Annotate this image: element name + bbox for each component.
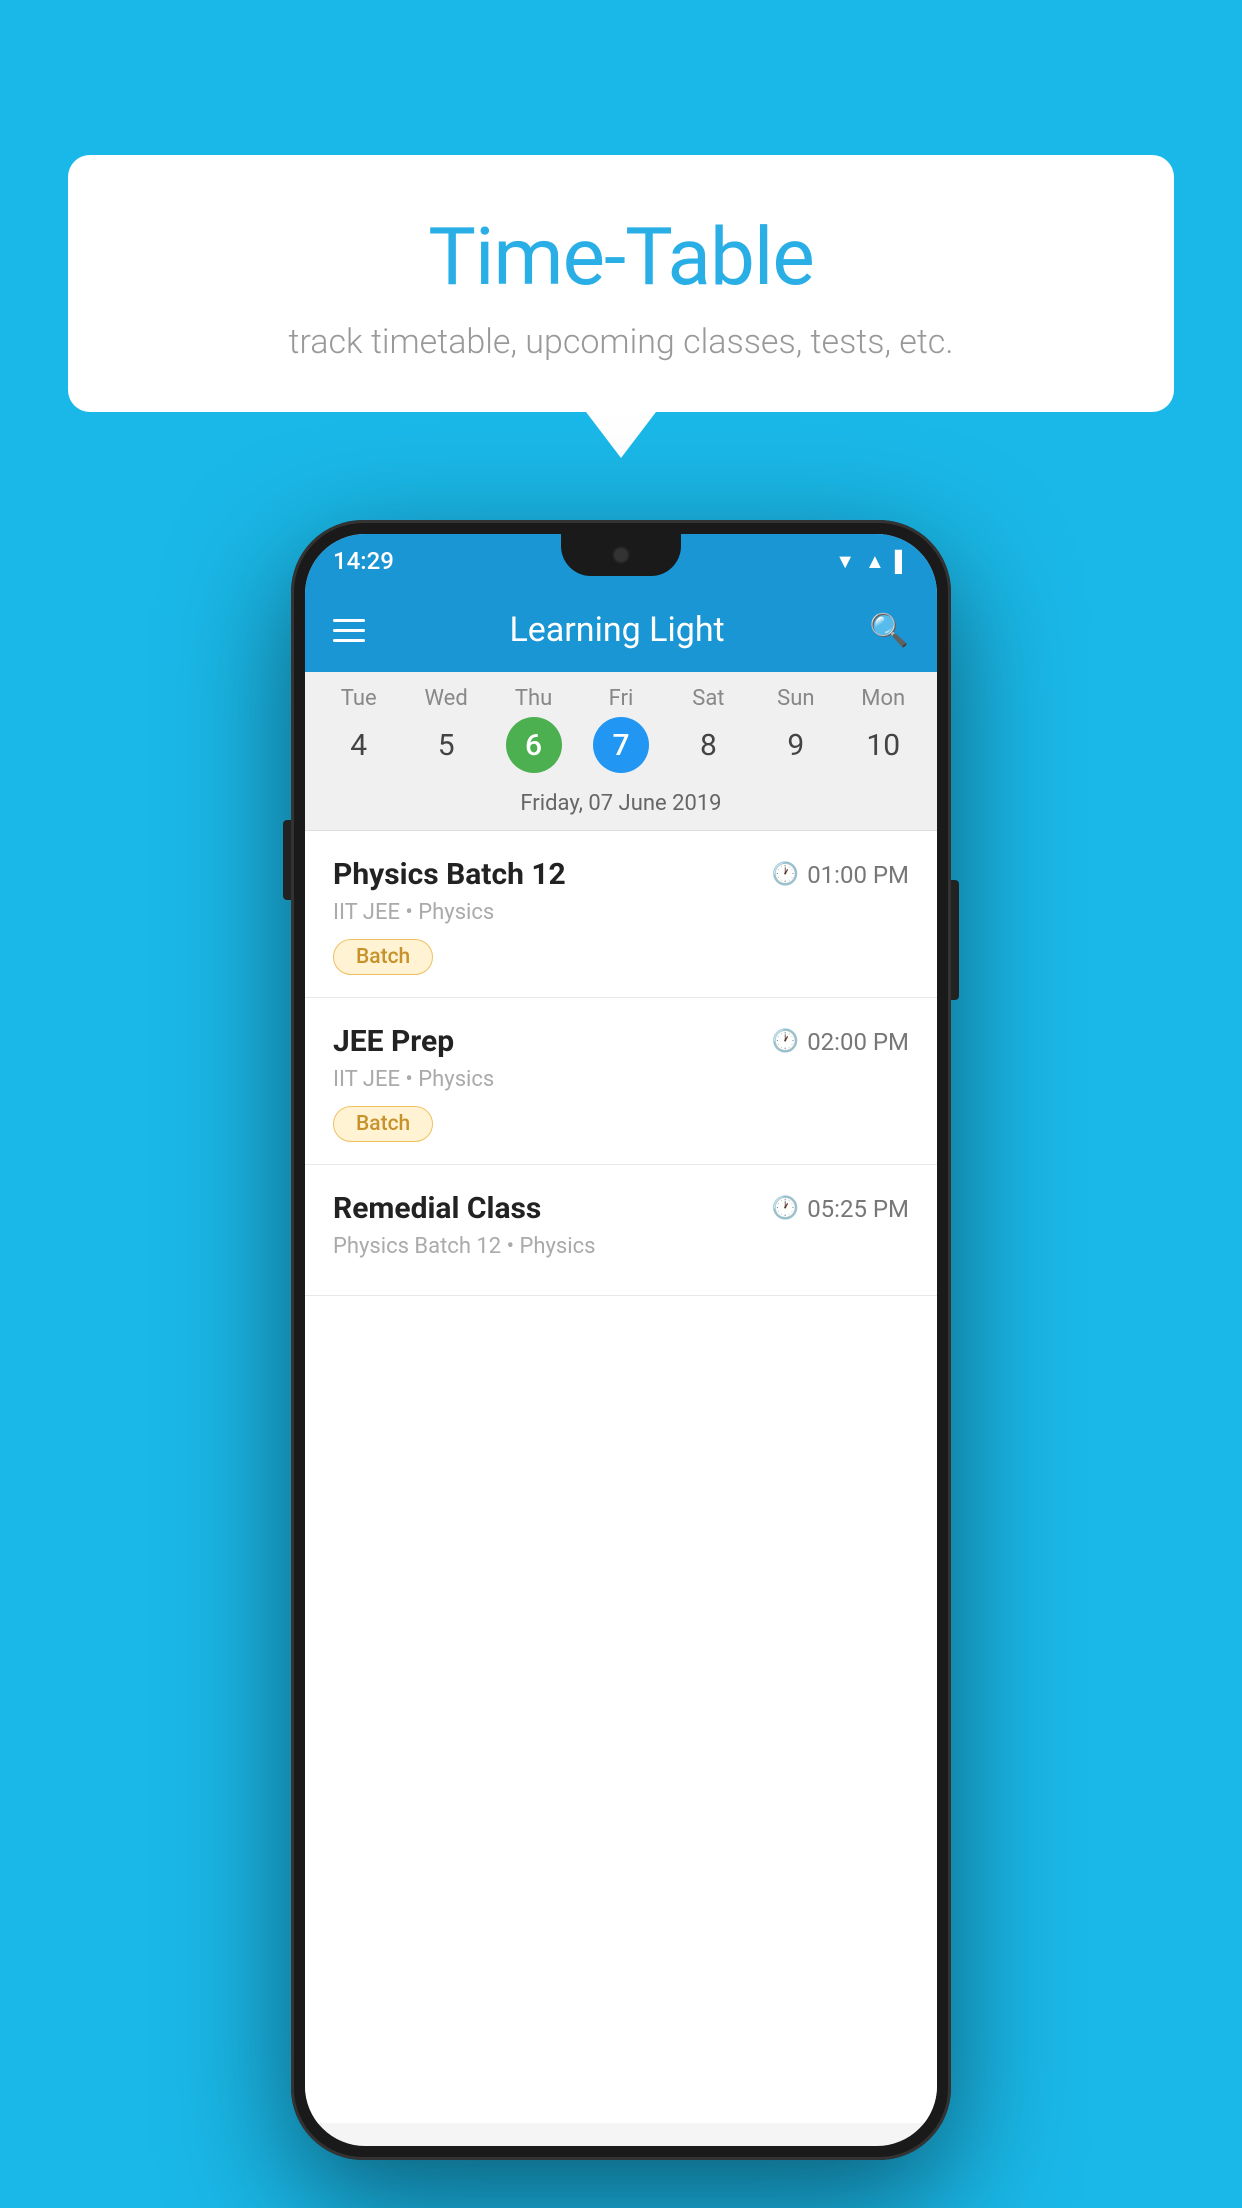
schedule-list: Physics Batch 12 🕐 01:00 PM IIT JEE • Physi… (305, 831, 937, 2123)
weekday-col[interactable]: Tue 4 (319, 686, 399, 773)
clock-icon: 🕐 (772, 1196, 799, 1221)
weekday-col[interactable]: Wed 5 (406, 686, 486, 773)
weekday-num[interactable]: 10 (855, 717, 911, 773)
clock-icon: 🕐 (772, 1029, 799, 1054)
schedule-item-title: JEE Prep (333, 1024, 454, 1059)
search-icon[interactable]: 🔍 (869, 611, 909, 649)
schedule-item[interactable]: Physics Batch 12 🕐 01:00 PM IIT JEE • Physi… (305, 831, 937, 998)
weekday-label: Tue (341, 686, 377, 711)
phone-mockup: 14:29 ▼ ▲ ▌ Learning Light 🔍 (291, 520, 951, 2160)
wifi-icon: ▼ (835, 549, 855, 574)
schedule-item-title: Physics Batch 12 (333, 857, 566, 892)
time-text: 02:00 PM (807, 1028, 909, 1056)
weekday-label: Thu (515, 686, 552, 711)
status-icons: ▼ ▲ ▌ (835, 549, 909, 574)
phone-screen: 14:29 ▼ ▲ ▌ Learning Light 🔍 (305, 534, 937, 2146)
phone-frame: 14:29 ▼ ▲ ▌ Learning Light 🔍 (291, 520, 951, 2160)
phone-notch (561, 534, 681, 576)
weekday-label: Mon (861, 686, 905, 711)
weekday-col[interactable]: Sat 8 (668, 686, 748, 773)
weekday-label: Sat (692, 686, 724, 711)
status-time: 14:29 (333, 547, 394, 575)
weekday-num[interactable]: 5 (418, 717, 474, 773)
weekday-col[interactable]: Sun 9 (756, 686, 836, 773)
time-text: 01:00 PM (807, 861, 909, 889)
schedule-item-time: 🕐 02:00 PM (772, 1028, 909, 1056)
weekday-num[interactable]: 4 (331, 717, 387, 773)
schedule-item[interactable]: Remedial Class 🕐 05:25 PM Physics Batch 12 … (305, 1165, 937, 1296)
weekday-label: Sun (777, 686, 814, 711)
schedule-item-title: Remedial Class (333, 1191, 541, 1226)
hamburger-menu[interactable] (333, 619, 365, 642)
calendar-section: Tue 4 Wed 5 Thu 6 Fri 7 Sat 8 Sun 9 Mon 10 Friday, 07… (305, 672, 937, 831)
bubble-title: Time-Table (128, 210, 1114, 304)
schedule-item-time: 🕐 01:00 PM (772, 861, 909, 889)
weekdays-row: Tue 4 Wed 5 Thu 6 Fri 7 Sat 8 Sun 9 Mon 10 (305, 686, 937, 773)
weekday-col[interactable]: Fri 7 (581, 686, 661, 773)
weekday-num[interactable]: 9 (768, 717, 824, 773)
battery-icon: ▌ (895, 549, 909, 574)
time-text: 05:25 PM (807, 1195, 909, 1223)
speech-bubble-card: Time-Table track timetable, upcoming cla… (68, 155, 1174, 412)
camera-dot (612, 546, 630, 564)
weekday-label: Fri (609, 686, 634, 711)
weekday-num[interactable]: 7 (593, 717, 649, 773)
clock-icon: 🕐 (772, 862, 799, 887)
weekday-label: Wed (424, 686, 467, 711)
weekday-col[interactable]: Mon 10 (843, 686, 923, 773)
schedule-item-time: 🕐 05:25 PM (772, 1195, 909, 1223)
schedule-item-subtitle: IIT JEE • Physics (333, 900, 909, 925)
schedule-item-subtitle: Physics Batch 12 • Physics (333, 1234, 909, 1259)
weekday-num[interactable]: 6 (506, 717, 562, 773)
batch-badge: Batch (333, 1106, 433, 1142)
bubble-subtitle: track timetable, upcoming classes, tests… (128, 322, 1114, 362)
weekday-num[interactable]: 8 (680, 717, 736, 773)
signal-icon: ▲ (865, 549, 885, 574)
schedule-item[interactable]: JEE Prep 🕐 02:00 PM IIT JEE • Physics Batch (305, 998, 937, 1165)
schedule-item-subtitle: IIT JEE • Physics (333, 1067, 909, 1092)
app-header: Learning Light 🔍 (305, 588, 937, 672)
selected-date-label: Friday, 07 June 2019 (305, 781, 937, 830)
weekday-col[interactable]: Thu 6 (494, 686, 574, 773)
batch-badge: Batch (333, 939, 433, 975)
app-title: Learning Light (509, 610, 724, 650)
